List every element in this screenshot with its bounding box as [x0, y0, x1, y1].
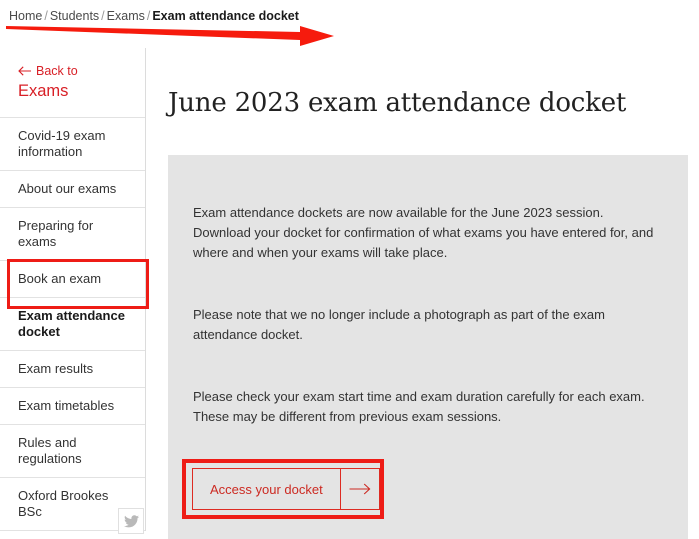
paragraph-photograph-note: Please note that we no longer include a …: [193, 305, 660, 345]
paragraph-availability: Exam attendance dockets are now availabl…: [193, 203, 660, 263]
sidebar-item-book-an-exam[interactable]: Book an exam: [0, 261, 145, 298]
back-to-target-text: Exams: [18, 81, 145, 101]
back-to-label-row: Back to: [18, 64, 145, 80]
breadcrumb-separator: /: [99, 9, 106, 23]
twitter-link[interactable]: [118, 508, 144, 534]
arrow-right-icon: [340, 469, 379, 509]
access-your-docket-button[interactable]: Access your docket: [192, 468, 380, 510]
arrow-left-icon: [18, 65, 31, 80]
sidebar-item-preparing-for-exams[interactable]: Preparing for exams: [0, 208, 145, 261]
breadcrumb-item-students[interactable]: Students: [50, 9, 99, 23]
paragraph-start-time-note: Please check your exam start time and ex…: [193, 387, 660, 427]
sidebar-item-about-our-exams[interactable]: About our exams: [0, 171, 145, 208]
twitter-icon: [124, 515, 139, 528]
sidebar-item-rules-and-regulations[interactable]: Rules and regulations: [0, 425, 145, 478]
sidebar-item-exam-attendance-docket[interactable]: Exam attendance docket: [0, 298, 145, 351]
sidebar-item-exam-timetables[interactable]: Exam timetables: [0, 388, 145, 425]
back-to-exams-link[interactable]: Back to Exams: [0, 48, 145, 118]
breadcrumb: Home/Students/Exams/Exam attendance dock…: [9, 8, 299, 24]
sidebar-item-covid-19-exam-information[interactable]: Covid-19 exam information: [0, 118, 145, 171]
sidebar-item-exam-results[interactable]: Exam results: [0, 351, 145, 388]
back-to-text: Back to: [36, 64, 78, 78]
content-panel-body: Exam attendance dockets are now availabl…: [168, 155, 688, 427]
page-title: June 2023 exam attendance docket: [168, 86, 626, 120]
access-your-docket-label: Access your docket: [193, 469, 340, 509]
breadcrumb-item-current: Exam attendance docket: [152, 9, 299, 23]
content-panel: Exam attendance dockets are now availabl…: [168, 155, 688, 539]
breadcrumb-item-home[interactable]: Home: [9, 9, 42, 23]
breadcrumb-item-exams[interactable]: Exams: [107, 9, 145, 23]
sidebar: Back to Exams Covid-19 exam information …: [0, 48, 146, 531]
breadcrumb-separator: /: [42, 9, 49, 23]
